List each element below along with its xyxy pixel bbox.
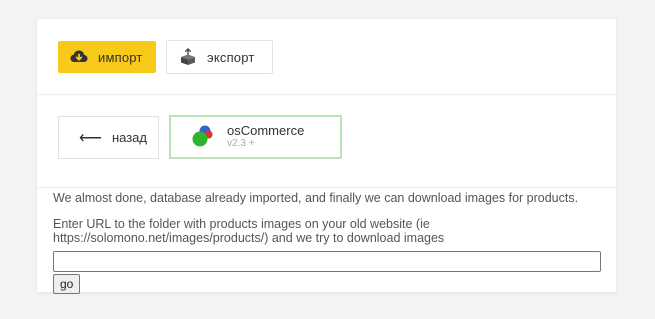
platform-version: v2.3 +	[227, 138, 255, 149]
image-download-section: We almost done, database already importe…	[53, 188, 613, 294]
go-button[interactable]: go	[53, 274, 81, 294]
arrow-left-icon: ⟵	[79, 129, 102, 147]
platform-selection-row: ⟵ назад osCommerce v2.3 +	[37, 95, 616, 188]
toolbar: импорт экспорт	[37, 19, 616, 95]
import-button[interactable]: импорт	[58, 41, 156, 73]
import-label: импорт	[98, 49, 143, 65]
status-message: We almost done, database already importe…	[53, 191, 579, 205]
images-url-input[interactable]	[53, 251, 601, 272]
platform-info: osCommerce v2.3 +	[227, 124, 304, 150]
export-label: экспорт	[207, 49, 255, 65]
back-label: назад	[111, 130, 147, 145]
platform-card-oscommerce[interactable]: osCommerce v2.3 +	[169, 115, 342, 159]
box-upload-icon	[179, 48, 197, 66]
back-button[interactable]: ⟵ назад	[58, 116, 159, 159]
platform-name: osCommerce	[227, 123, 305, 138]
cloud-download-icon	[70, 48, 88, 66]
import-card: импорт экспорт ⟵ назад osCommerce v2.3 +…	[37, 19, 616, 294]
url-prompt: Enter URL to the folder with products im…	[53, 217, 445, 245]
export-button[interactable]: экспорт	[166, 40, 273, 74]
oscommerce-logo-icon	[192, 124, 214, 150]
